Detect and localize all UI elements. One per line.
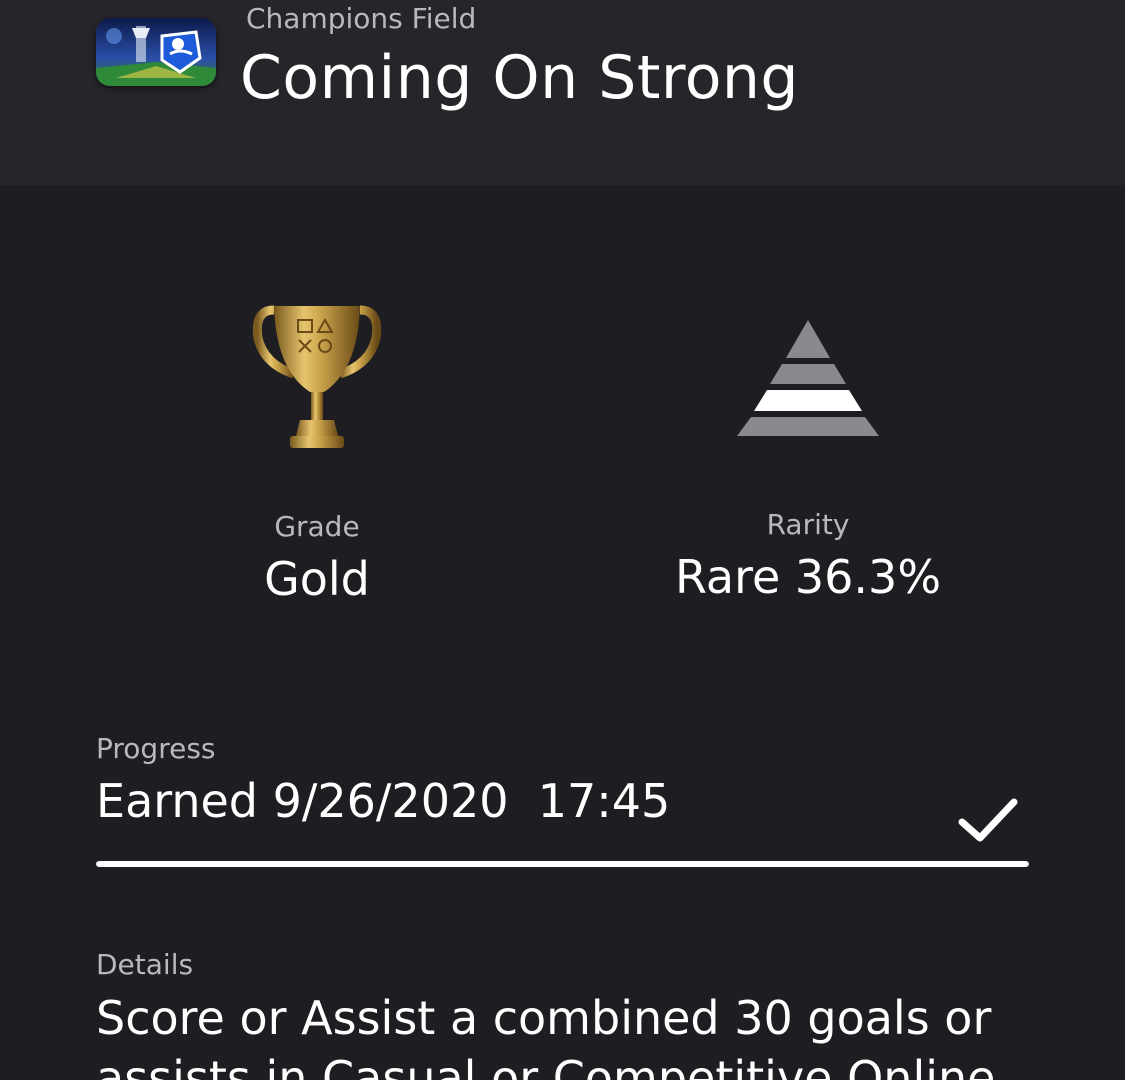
gold-trophy-icon: [252, 300, 382, 455]
trophy-detail-page: Champions Field Coming On Strong Grade G…: [0, 0, 1125, 1080]
trophy-title: Coming On Strong: [240, 43, 800, 113]
earned-date: Earned 9/26/2020 17:45: [96, 774, 671, 828]
details-description: Score or Assist a combined 30 goals or a…: [96, 991, 996, 1080]
progress-label: Progress: [96, 732, 216, 765]
progress-bar: [96, 861, 1029, 867]
grade-value: Gold: [264, 552, 370, 606]
rarity-value: Rare 36.3%: [674, 550, 942, 604]
rarity-pyramid-icon: [736, 318, 880, 438]
checkmark-icon: [956, 796, 1020, 846]
trophy-header: Champions Field Coming On Strong: [0, 0, 1125, 185]
game-name: Champions Field: [246, 2, 477, 35]
grade-label: Grade: [274, 510, 360, 543]
progress-fill: [96, 861, 1029, 867]
details-label: Details: [96, 948, 194, 981]
rarity-label: Rarity: [766, 508, 850, 541]
game-thumbnail-icon[interactable]: [96, 18, 216, 86]
